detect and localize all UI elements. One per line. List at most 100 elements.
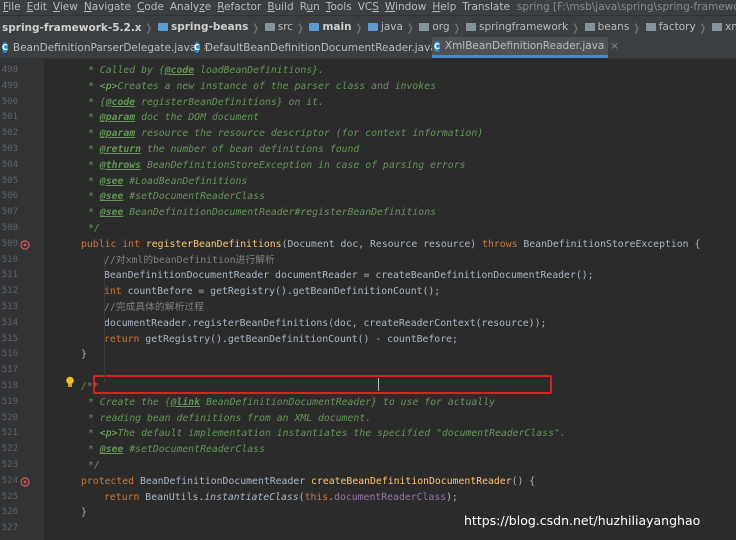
menu-file[interactable]: File (0, 0, 24, 15)
folder-icon (264, 22, 275, 31)
breadcrumb-item[interactable]: xml (708, 16, 736, 37)
chevron-right-icon: ❭ (571, 22, 580, 34)
line-number: 512 (1, 286, 18, 297)
line-number: 500 (1, 96, 18, 107)
close-tab-icon[interactable]: × (610, 41, 618, 52)
package-icon (419, 22, 430, 31)
java-class-icon: C (434, 40, 440, 52)
line-number: 514 (1, 317, 18, 328)
folder-icon (309, 22, 320, 31)
indent-guide (104, 256, 105, 383)
line-number: 520 (1, 412, 18, 423)
line-number: 499 (1, 80, 18, 91)
breadcrumb-item[interactable]: beans (581, 16, 632, 37)
code-line: * @see BeanDefinitionDocumentReader#regi… (88, 207, 436, 219)
tab-label: XmlBeanDefinitionReader.java (444, 40, 605, 52)
line-number: 508 (1, 223, 18, 233)
line-number: 502 (1, 128, 18, 139)
package-icon (584, 22, 595, 31)
code-line: return BeanUtils.instantiateClass(this.d… (104, 491, 458, 503)
line-number: 504 (1, 159, 18, 170)
code-line: public int registerBeanDefinitions(Docum… (81, 238, 701, 250)
menu-window[interactable]: Window (382, 0, 429, 15)
menu-analyze[interactable]: Analyze (167, 0, 214, 15)
breadcrumb-label: spring-beans (170, 20, 249, 33)
code-line: * {@code registerBeanDefinitions} on it. (88, 96, 324, 108)
chevron-right-icon: ❭ (698, 22, 708, 34)
editor-tab-bar: C BeanDefinitionParserDelegate.java × C Defa… (0, 37, 736, 59)
line-number: 517 (1, 365, 18, 376)
line-number: 525 (1, 491, 18, 502)
code-line: * @return the number of bean definitions… (88, 144, 360, 155)
line-number: 498 (1, 65, 18, 75)
breadcrumb-label: java (380, 20, 403, 33)
code-editor[interactable]: 498 499 500 501 502 503 504 505 506 507 508 509 510 5… (0, 59, 736, 540)
breadcrumb-item[interactable]: spring-framework-5.2.x (0, 17, 144, 37)
breadcrumb-label: xml (725, 20, 736, 33)
code-line: documentReader.registerBeanDefinitions(d… (104, 317, 547, 329)
line-number: 516 (1, 349, 18, 360)
breadcrumb-label: factory (658, 20, 696, 33)
line-number: 524 (1, 475, 18, 486)
highlight-box-annotation (93, 375, 552, 394)
code-line: */ (88, 460, 100, 471)
menu-navigate[interactable]: Navigate (81, 0, 134, 15)
menu-run[interactable]: Run (297, 0, 323, 15)
code-line: * @see #LoadBeanDefinitions (88, 175, 248, 187)
tab-label: BeanDefinitionParserDelegate.java (12, 41, 197, 54)
code-line: } (81, 349, 87, 361)
chevron-right-icon: ❭ (251, 22, 260, 34)
menu-translate[interactable]: Translate (459, 0, 513, 15)
line-number: 518 (1, 381, 18, 391)
project-title: spring [F:\msb\java\spring\spring-framew… (516, 1, 736, 13)
breadcrumb-item[interactable]: main (305, 16, 353, 37)
lightbulb-icon[interactable] (65, 376, 75, 388)
editor-tab[interactable]: C BeanDefinitionParserDelegate.java × (0, 37, 211, 58)
chevron-right-icon: ❭ (354, 22, 363, 34)
line-number: 510 (1, 254, 18, 265)
folder-icon (157, 22, 168, 31)
line-number: 526 (1, 507, 18, 518)
code-line: * @see #setDocumentReaderClass (88, 191, 265, 203)
menu-edit[interactable]: Edit (24, 0, 50, 15)
menu-help[interactable]: Help (429, 0, 459, 15)
breadcrumb-item[interactable]: java (364, 16, 405, 37)
code-line: BeanDefinitionDocumentReader documentRea… (104, 270, 594, 282)
code-line: int countBefore = getRegistry().getBeanD… (104, 286, 441, 298)
code-line: * reading bean definitions from an XML d… (88, 412, 372, 424)
code-line: return getRegistry().getBeanDefinitionCo… (104, 333, 458, 345)
code-line: * Called by {@code loadBeanDefinitions}. (88, 65, 324, 76)
line-number: 521 (1, 428, 18, 439)
breadcrumb-label: src (277, 20, 294, 33)
breadcrumb-label: main (322, 20, 352, 33)
menu-refactor[interactable]: Refactor (214, 0, 264, 15)
menu-build[interactable]: Build (264, 0, 296, 15)
code-line: * <p>Creates a new instance of the parse… (88, 80, 437, 92)
text-caret (378, 378, 379, 391)
breadcrumb-item[interactable]: springframework (462, 16, 570, 37)
menu-tools[interactable]: Tools (323, 0, 355, 15)
code-line: //对xml的beanDefinition进行解析 (104, 254, 275, 266)
chevron-right-icon: ❭ (144, 22, 153, 34)
java-class-icon: C (194, 42, 200, 53)
editor-tab[interactable]: C XmlBeanDefinitionReader.java × (432, 37, 619, 58)
menu-code[interactable]: Code (134, 0, 167, 15)
override-method-icon[interactable] (20, 477, 30, 487)
line-number: 505 (1, 175, 18, 186)
code-line: //完成具体的解析过程 (104, 302, 204, 313)
breadcrumb: spring-framework-5.2.x ❭ spring-beans ❭ src ❭… (0, 15, 736, 37)
chevron-right-icon: ❭ (452, 22, 461, 34)
menu-vcs[interactable]: VCS (355, 0, 382, 15)
line-number: 522 (1, 444, 18, 455)
editor-tab[interactable]: C DefaultBeanDefinitionDocumentReader.jav… (192, 37, 451, 58)
tab-label: DefaultBeanDefinitionDocumentReader.java (204, 41, 437, 54)
menu-view[interactable]: View (50, 0, 81, 15)
breadcrumb-item[interactable]: src (261, 16, 295, 37)
folder-icon (367, 22, 378, 31)
override-method-icon[interactable] (20, 240, 30, 250)
breadcrumb-item[interactable]: factory (642, 16, 698, 37)
java-class-icon: C (2, 42, 8, 53)
breadcrumb-label: springframework (478, 20, 569, 33)
breadcrumb-item[interactable]: spring-beans (154, 16, 250, 37)
breadcrumb-item[interactable]: org (415, 16, 451, 37)
